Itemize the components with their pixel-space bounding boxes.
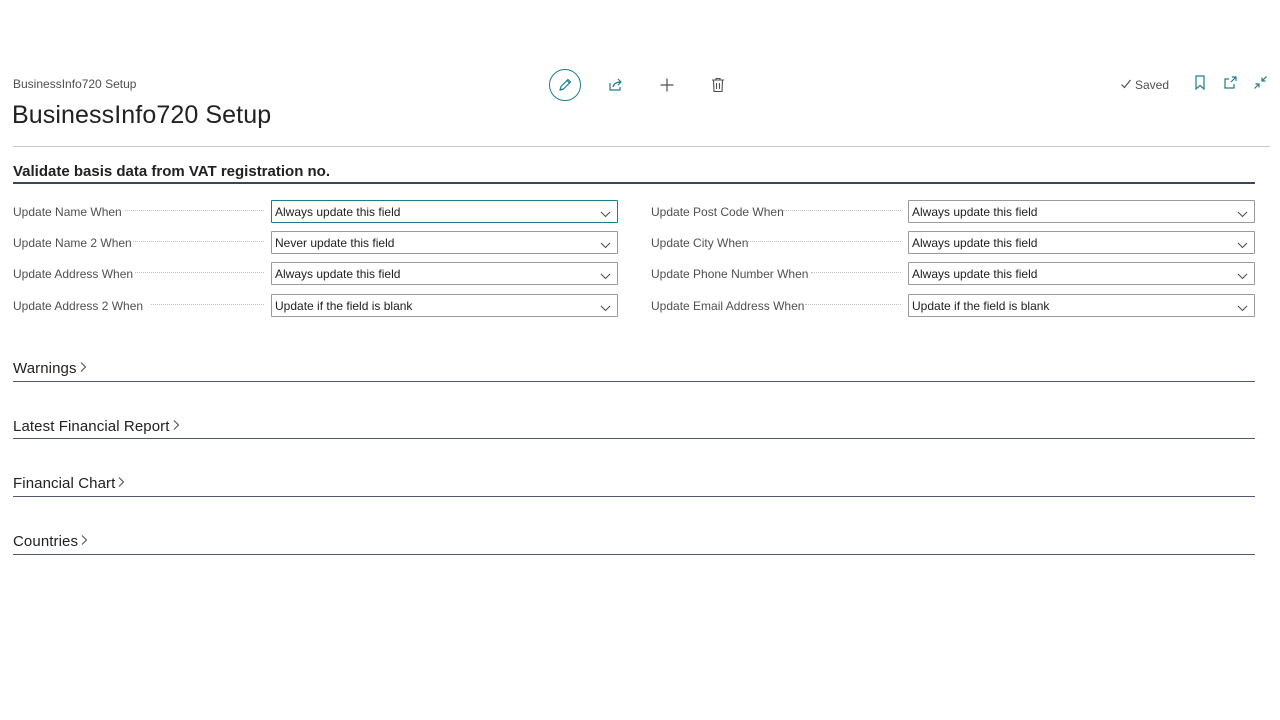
dotted-leader	[151, 303, 264, 305]
business-info-setup-page: BusinessInfo720 Setup BusinessInfo720 Se…	[0, 0, 1280, 720]
saved-indicator: Saved	[1120, 78, 1169, 93]
chevron-down-icon	[600, 301, 611, 315]
select-value: Always update this field	[912, 266, 1038, 281]
collapse-icon	[1253, 75, 1268, 95]
dotted-leader	[125, 209, 264, 211]
update-name-2-when-select[interactable]: Never update this field	[271, 231, 618, 254]
section-divider	[13, 182, 1255, 184]
edit-icon	[557, 77, 573, 93]
field-label: Update Post Code When	[651, 205, 784, 219]
field-label: Update Address When	[13, 267, 134, 281]
bookmark-button[interactable]	[1191, 75, 1209, 95]
chevron-down-icon	[1237, 238, 1248, 252]
section-title: Financial Chart	[13, 475, 116, 492]
field-update-post-code: Update Post Code When	[651, 200, 905, 224]
field-update-name-2: Update Name 2 When	[13, 231, 268, 255]
field-label: Update Name 2 When	[13, 236, 132, 250]
select-value: Never update this field	[275, 235, 395, 250]
update-phone-number-when-select[interactable]: Always update this field	[908, 262, 1255, 285]
field-update-phone-number: Update Phone Number When	[651, 262, 905, 286]
section-title: Countries	[13, 533, 79, 550]
action-toolbar	[549, 69, 753, 101]
update-email-address-when-select[interactable]: Update if the field is blank	[908, 294, 1255, 317]
field-label: Update Phone Number When	[651, 267, 809, 281]
share-button[interactable]	[600, 69, 632, 101]
open-new-window-button[interactable]	[1221, 76, 1239, 94]
section-divider	[13, 554, 1255, 555]
edit-button[interactable]	[549, 69, 581, 101]
dotted-leader	[805, 303, 901, 305]
chevron-right-icon	[78, 533, 88, 550]
field-update-address-2: Update Address 2 When	[13, 294, 268, 318]
select-value: Update if the field is blank	[912, 298, 1050, 313]
bookmark-icon	[1194, 75, 1206, 95]
section-header-latest-financial-report[interactable]: Latest Financial Report	[13, 418, 180, 435]
section-divider	[13, 381, 1255, 382]
saved-label: Saved	[1135, 78, 1170, 92]
field-label: Update City When	[651, 236, 749, 250]
select-value: Always update this field	[275, 204, 401, 219]
collapse-button[interactable]	[1251, 76, 1269, 94]
update-address-when-select[interactable]: Always update this field	[271, 262, 618, 285]
select-value: Always update this field	[912, 235, 1038, 250]
select-value: Always update this field	[275, 266, 401, 281]
select-value: Update if the field is blank	[275, 298, 413, 313]
chevron-right-icon	[170, 418, 180, 435]
chevron-right-icon	[115, 475, 125, 492]
field-update-name: Update Name When	[13, 200, 268, 224]
check-icon	[1120, 78, 1135, 93]
section-divider	[13, 496, 1255, 497]
chevron-down-icon	[1237, 301, 1248, 315]
section-divider	[13, 438, 1255, 439]
section-title: Latest Financial Report	[13, 418, 170, 435]
breadcrumb: BusinessInfo720 Setup	[13, 77, 137, 91]
chevron-down-icon	[600, 238, 611, 252]
section-title: Warnings	[13, 360, 77, 377]
field-label: Update Name When	[13, 205, 122, 219]
section-header-countries[interactable]: Countries	[13, 533, 88, 550]
chevron-down-icon	[600, 207, 611, 221]
dotted-leader	[811, 271, 901, 273]
update-name-when-select[interactable]: Always update this field	[271, 200, 618, 223]
update-post-code-when-select[interactable]: Always update this field	[908, 200, 1255, 223]
section-header-warnings[interactable]: Warnings	[13, 360, 87, 377]
new-button[interactable]	[651, 69, 683, 101]
field-label: Update Email Address When	[651, 299, 805, 313]
header-divider	[13, 146, 1270, 147]
field-update-address: Update Address When	[13, 262, 268, 286]
add-icon	[659, 77, 675, 93]
chevron-down-icon	[1237, 269, 1248, 283]
delete-button[interactable]	[702, 69, 734, 101]
field-update-city: Update City When	[651, 231, 905, 255]
section-header-financial-chart[interactable]: Financial Chart	[13, 475, 125, 492]
delete-icon	[711, 77, 725, 93]
dotted-leader	[747, 240, 901, 242]
section-title-validate[interactable]: Validate basis data from VAT registratio…	[13, 163, 330, 180]
dotted-leader	[135, 271, 264, 273]
chevron-down-icon	[600, 269, 611, 283]
field-update-email-address: Update Email Address When	[651, 294, 905, 318]
update-address-2-when-select[interactable]: Update if the field is blank	[271, 294, 618, 317]
select-value: Always update this field	[912, 204, 1038, 219]
share-icon	[608, 77, 624, 93]
page-title: BusinessInfo720 Setup	[12, 101, 272, 129]
field-label: Update Address 2 When	[13, 299, 144, 313]
dotted-leader	[783, 209, 901, 211]
chevron-down-icon	[1237, 207, 1248, 221]
update-city-when-select[interactable]: Always update this field	[908, 231, 1255, 254]
page-status-tools: Saved	[1120, 75, 1277, 95]
chevron-right-icon	[77, 360, 87, 377]
open-new-window-icon	[1223, 75, 1238, 95]
dotted-leader	[133, 240, 264, 242]
